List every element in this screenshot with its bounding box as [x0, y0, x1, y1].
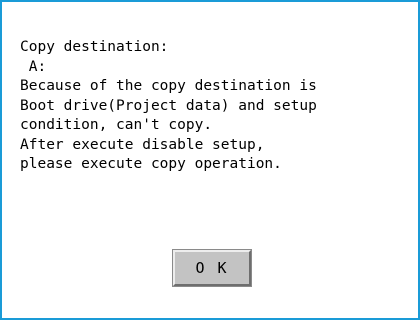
ok-button[interactable]: O K: [172, 249, 252, 287]
message-line-reason-1: Because of the copy destination is: [20, 78, 317, 94]
message-line-drive: A:: [20, 58, 47, 75]
message-line-copy-destination: Copy destination:: [20, 39, 169, 55]
copy-error-dialog: Copy destination: A: Because of the copy…: [0, 0, 420, 320]
message-line-instruction-2: please execute copy operation.: [20, 156, 282, 172]
message-line-reason-2: Boot drive(Project data) and setup: [20, 97, 317, 114]
ok-button-label: O K: [195, 259, 229, 277]
message-line-instruction-1: After execute disable setup,: [20, 136, 265, 153]
message-line-reason-3: condition, can't copy.: [20, 117, 213, 133]
dialog-message: Copy destination: A: Because of the copy…: [20, 38, 412, 175]
